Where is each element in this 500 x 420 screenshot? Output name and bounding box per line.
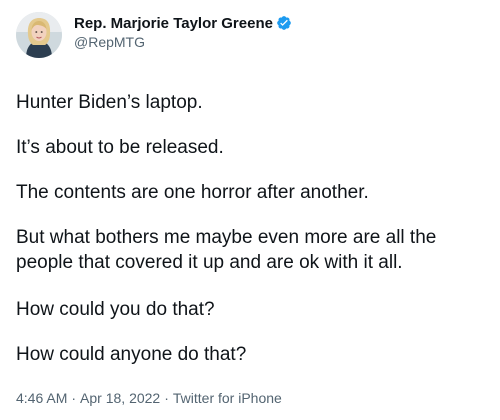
tweet-paragraph: The contents are one horror after anothe… (16, 182, 369, 203)
avatar[interactable] (16, 12, 62, 58)
tweet-paragraph: Hunter Biden’s laptop. (16, 92, 203, 113)
author-names: Rep. Marjorie Taylor Greene @RepMTG (74, 12, 292, 50)
tweet-time[interactable]: 4:46 AM (16, 390, 67, 406)
name-row: Rep. Marjorie Taylor Greene (74, 13, 292, 33)
tweet-body: Hunter Biden’s laptop. It’s about to be … (16, 90, 484, 367)
tweet-header: Rep. Marjorie Taylor Greene @RepMTG (16, 12, 484, 68)
tweet-paragraph: It’s about to be released. (16, 137, 224, 158)
tweet-card: Rep. Marjorie Taylor Greene @RepMTG Hunt… (0, 0, 500, 420)
tweet-date[interactable]: Apr 18, 2022 (80, 390, 160, 406)
separator-dot: · (71, 390, 77, 406)
verified-badge-icon (276, 15, 292, 31)
separator-dot: · (164, 390, 169, 406)
tweet-source[interactable]: Twitter for iPhone (173, 390, 282, 406)
tweet-paragraph: How could you do that? (16, 299, 215, 320)
tweet-paragraph: But what bothers me maybe even more are … (16, 227, 442, 273)
tweet-meta: 4:46 AM · Apr 18, 2022 · Twitter for iPh… (16, 390, 282, 406)
tweet-paragraph: How could anyone do that? (16, 344, 247, 365)
display-name[interactable]: Rep. Marjorie Taylor Greene (74, 15, 273, 32)
avatar-image (16, 12, 62, 58)
author-handle[interactable]: @RepMTG (74, 34, 292, 50)
